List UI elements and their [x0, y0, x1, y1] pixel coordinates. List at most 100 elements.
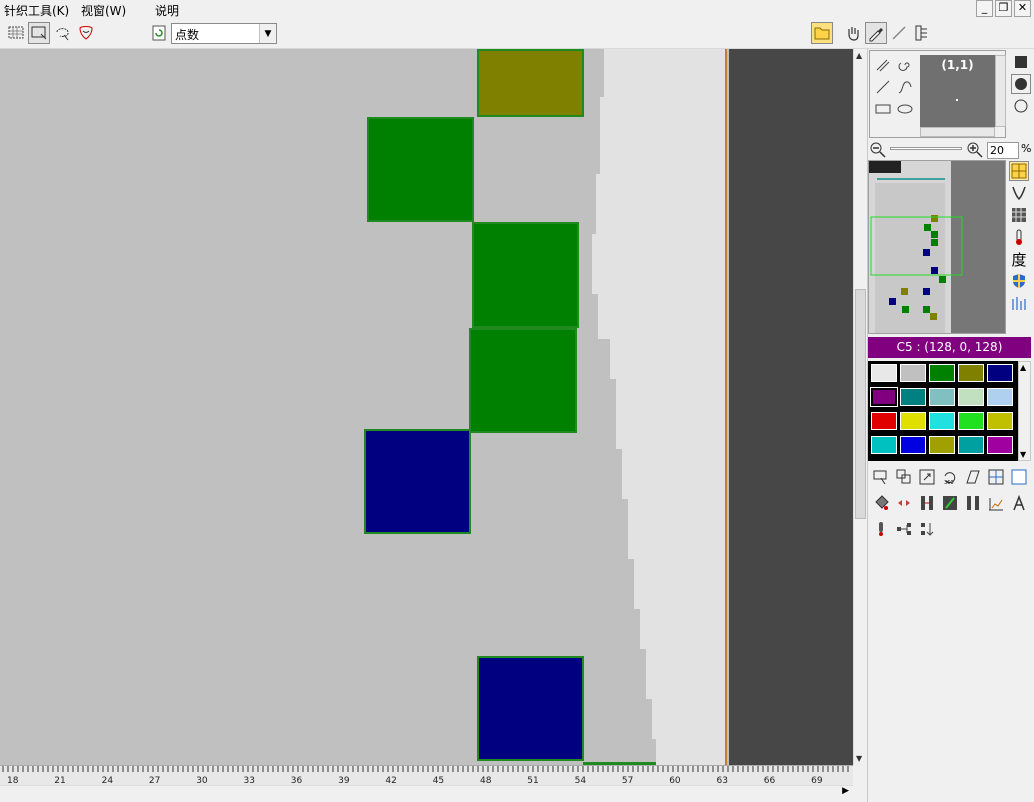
- column-icon: [921, 496, 933, 510]
- palette-swatch[interactable]: [929, 388, 955, 406]
- restore-button[interactable]: ❐: [995, 0, 1012, 17]
- align-grid-icon: [988, 469, 1004, 485]
- palette-swatch[interactable]: [958, 436, 984, 454]
- rect-select-tool-button[interactable]: [28, 22, 50, 44]
- duplicate-tool[interactable]: [894, 467, 914, 487]
- eyedropper-tool-button[interactable]: [865, 22, 887, 44]
- text-tool[interactable]: [1009, 493, 1029, 513]
- palette-swatch[interactable]: [929, 412, 955, 430]
- column-delete-tool[interactable]: [963, 493, 983, 513]
- sort-tool[interactable]: [917, 519, 937, 539]
- mode-select-value: 点数: [175, 28, 200, 42]
- stitch-block[interactable]: [364, 429, 471, 534]
- menu-knit-tools[interactable]: 针织工具(K): [4, 2, 69, 19]
- scroll-up-icon[interactable]: ▲: [1020, 363, 1026, 372]
- palette-swatch[interactable]: [987, 388, 1013, 406]
- zoom-in-button[interactable]: [965, 140, 985, 160]
- chevron-down-icon[interactable]: ▼: [259, 24, 276, 43]
- scroll-down-icon[interactable]: ▼: [1020, 450, 1026, 459]
- pattern-tool[interactable]: [1009, 205, 1029, 225]
- palette-swatch[interactable]: [958, 388, 984, 406]
- menu-window[interactable]: 视窗(W): [81, 2, 126, 19]
- rectangle-tool[interactable]: [873, 99, 893, 119]
- rotate-360-tool[interactable]: 360: [940, 467, 960, 487]
- shield-tool[interactable]: [1009, 271, 1029, 291]
- shape-select-tool-button[interactable]: [75, 22, 97, 44]
- stitch-block[interactable]: [472, 222, 579, 328]
- mirror-tool[interactable]: [894, 493, 914, 513]
- stitch-block[interactable]: [477, 49, 584, 117]
- chart-tool[interactable]: [986, 493, 1006, 513]
- node-tool[interactable]: [894, 519, 914, 539]
- menu-help[interactable]: 说明: [155, 2, 179, 19]
- zoom-slider[interactable]: [890, 147, 962, 150]
- resize-tool[interactable]: [917, 467, 937, 487]
- navigator-vscroll[interactable]: [995, 55, 1006, 127]
- refresh-button[interactable]: [148, 22, 170, 44]
- stitch-icon: [1012, 186, 1026, 201]
- ellipse-tool[interactable]: [895, 99, 915, 119]
- knit-canvas[interactable]: [0, 49, 853, 765]
- minimize-button[interactable]: _: [976, 0, 993, 17]
- degree-tool[interactable]: 度: [1009, 249, 1029, 269]
- palette-swatch[interactable]: [870, 387, 898, 407]
- marker-tool[interactable]: [871, 519, 891, 539]
- fill-circle-tool[interactable]: [1011, 74, 1031, 94]
- palette-swatch[interactable]: [900, 412, 926, 430]
- line-tool-button[interactable]: [888, 22, 910, 44]
- palette-swatch[interactable]: [987, 412, 1013, 430]
- curve-tool[interactable]: [895, 77, 915, 97]
- palette-swatch[interactable]: [958, 364, 984, 382]
- outline-circle-tool[interactable]: [1011, 96, 1031, 116]
- grid-view-tool[interactable]: [1009, 161, 1029, 181]
- palette-swatch[interactable]: [900, 388, 926, 406]
- palette-swatch[interactable]: [929, 436, 955, 454]
- freehand-tool[interactable]: [873, 55, 893, 75]
- lasso-select-tool-button[interactable]: [52, 22, 74, 44]
- line-draw-tool[interactable]: [873, 77, 893, 97]
- canvas-vertical-scrollbar[interactable]: ▲ ▼: [853, 49, 867, 765]
- palette-swatch[interactable]: [929, 364, 955, 382]
- fill-square-tool[interactable]: [1011, 52, 1031, 72]
- stitch-block[interactable]: [367, 117, 474, 222]
- stitch-block[interactable]: [469, 328, 577, 433]
- grid-select-icon: [8, 26, 24, 39]
- canvas-horizontal-scrollbar[interactable]: ▶: [0, 785, 853, 799]
- palette-swatch[interactable]: [871, 436, 897, 454]
- mode-select[interactable]: 点数 ▼: [171, 23, 277, 44]
- scroll-right-icon[interactable]: ▶: [842, 786, 849, 796]
- frame-tool[interactable]: [1009, 467, 1029, 487]
- grid-select-tool-button[interactable]: [5, 22, 27, 44]
- select-copy-tool[interactable]: [871, 467, 891, 487]
- thermometer-tool[interactable]: [1009, 227, 1029, 247]
- zoom-value-input[interactable]: 20: [987, 142, 1019, 159]
- scroll-thumb[interactable]: [855, 289, 866, 519]
- paint-tool[interactable]: [940, 493, 960, 513]
- scroll-up-icon[interactable]: ▲: [856, 51, 862, 60]
- measure-tool-button[interactable]: [911, 22, 933, 44]
- knit-stitch-tool[interactable]: [1009, 183, 1029, 203]
- palette-swatch[interactable]: [958, 412, 984, 430]
- palette-scrollbar[interactable]: ▲ ▼: [1018, 361, 1031, 461]
- close-button[interactable]: ✕: [1014, 0, 1031, 17]
- folder-button[interactable]: [811, 22, 833, 44]
- scroll-down-icon[interactable]: ▼: [856, 754, 862, 763]
- palette-swatch[interactable]: [900, 364, 926, 382]
- zoom-out-button[interactable]: [868, 140, 888, 160]
- hand-pan-tool-button[interactable]: [842, 22, 864, 44]
- palette-swatch[interactable]: [900, 436, 926, 454]
- fill-bucket-tool[interactable]: [871, 493, 891, 513]
- transform-tool[interactable]: [963, 467, 983, 487]
- thumbnail-preview[interactable]: [868, 160, 1006, 334]
- align-tool[interactable]: [986, 467, 1006, 487]
- stitch-block[interactable]: [477, 656, 584, 761]
- navigator-hscroll[interactable]: [920, 127, 995, 137]
- bars-tool[interactable]: [1009, 293, 1029, 313]
- palette-swatch[interactable]: [987, 436, 1013, 454]
- column-insert-tool[interactable]: [917, 493, 937, 513]
- palette-swatch[interactable]: [871, 412, 897, 430]
- palette-swatch[interactable]: [871, 364, 897, 382]
- curve-icon: [898, 81, 912, 94]
- spiral-tool[interactable]: [895, 55, 915, 75]
- palette-swatch[interactable]: [987, 364, 1013, 382]
